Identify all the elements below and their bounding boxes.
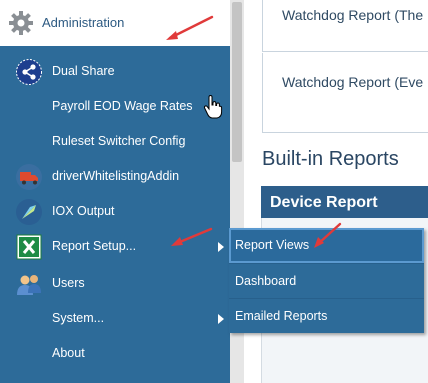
administration-menu-header[interactable]: Administration xyxy=(0,0,230,46)
watchdog-report-1-link[interactable]: Watchdog Report (The xyxy=(262,0,428,52)
truck-icon xyxy=(16,164,42,190)
submenu-arrow-icon xyxy=(218,242,224,252)
users-icon xyxy=(17,275,41,295)
menu-scrollbar-thumb[interactable] xyxy=(232,2,242,162)
submenu-item-label: Report Views xyxy=(235,238,310,252)
menu-item-payroll-eod-wage-rates[interactable]: Payroll EOD Wage Rates xyxy=(0,89,230,124)
administration-label: Administration xyxy=(42,15,125,30)
submenu-item-dashboard[interactable]: Dashboard xyxy=(229,263,424,298)
menu-item-label: Users xyxy=(52,276,85,290)
share-icon xyxy=(16,59,42,85)
iox-icon xyxy=(16,199,42,225)
administration-menu: Dual Share Payroll EOD Wage Rates Rulese… xyxy=(0,46,230,383)
menu-item-label: About xyxy=(52,346,85,360)
submenu-item-emailed-reports[interactable]: Emailed Reports xyxy=(229,298,424,333)
builtin-reports-heading: Built-in Reports xyxy=(262,148,399,170)
watchdog-report-2-label: Watchdog Report (Eve xyxy=(282,74,424,90)
gear-icon xyxy=(9,11,33,35)
menu-item-label: Payroll EOD Wage Rates xyxy=(52,99,193,113)
menu-item-label: Ruleset Switcher Config xyxy=(52,134,186,148)
submenu-item-label: Dashboard xyxy=(235,274,297,288)
submenu-arrow-icon xyxy=(218,314,224,324)
hand-cursor-icon xyxy=(203,95,223,119)
submenu-item-report-views[interactable]: Report Views xyxy=(229,228,424,263)
menu-item-driver-whitelisting-addin[interactable]: driverWhitelistingAddin xyxy=(0,159,230,194)
menu-item-label: System... xyxy=(52,311,105,325)
watchdog-report-1-label: Watchdog Report (The xyxy=(282,7,424,23)
menu-item-label: Report Setup... xyxy=(52,239,137,253)
menu-item-about[interactable]: About xyxy=(0,336,230,371)
watchdog-report-2-link[interactable]: Watchdog Report (Eve xyxy=(262,53,428,133)
device-report-header[interactable]: Device Report xyxy=(261,186,428,218)
submenu-item-label: Emailed Reports xyxy=(235,309,328,323)
menu-item-users[interactable]: Users xyxy=(0,266,230,301)
menu-item-system[interactable]: System... xyxy=(0,301,230,336)
menu-item-ruleset-switcher-config[interactable]: Ruleset Switcher Config xyxy=(0,124,230,159)
menu-item-iox-output[interactable]: IOX Output xyxy=(0,194,230,229)
report-setup-submenu: Report Views Dashboard Emailed Reports xyxy=(229,228,424,333)
menu-item-label: driverWhitelistingAddin xyxy=(52,169,180,183)
excel-icon xyxy=(16,234,42,260)
menu-item-label: IOX Output xyxy=(52,204,115,218)
menu-item-label: Dual Share xyxy=(52,64,115,78)
menu-item-report-setup[interactable]: Report Setup... xyxy=(0,229,230,264)
menu-item-dual-share[interactable]: Dual Share xyxy=(0,54,230,89)
